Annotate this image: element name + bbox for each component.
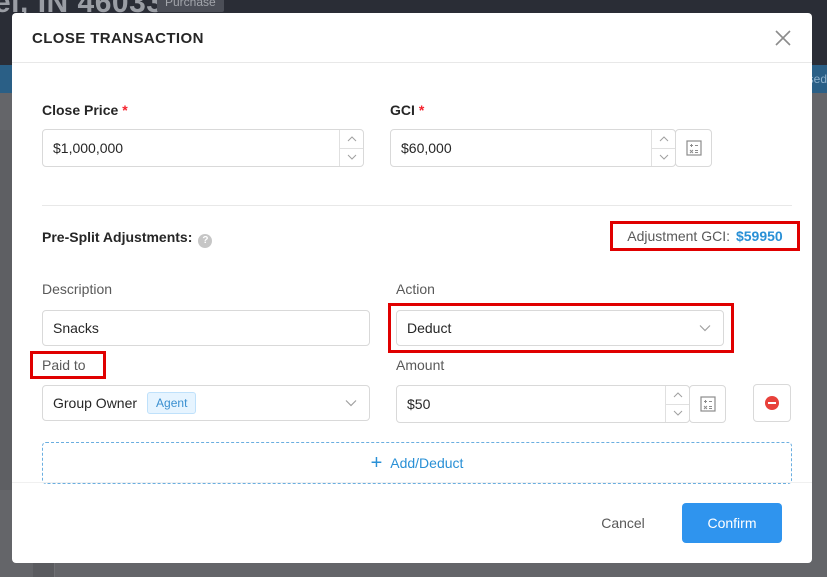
- close-transaction-modal: CLOSE TRANSACTION Close Price * $1,000,00…: [12, 13, 812, 563]
- gci-stepper[interactable]: [651, 130, 675, 166]
- calculator-icon: [685, 140, 702, 156]
- amount-calculator-button[interactable]: [689, 385, 726, 423]
- adjustment-gci-label: Adjustment GCI:: [627, 228, 730, 244]
- adjustment-gci: Adjustment GCI: $59950: [610, 221, 800, 251]
- description-label: Description: [42, 281, 113, 297]
- stepper-up-icon[interactable]: [340, 130, 363, 149]
- required-marker: *: [122, 102, 128, 118]
- amount-value: $50: [407, 396, 431, 412]
- chevron-down-icon: [699, 325, 711, 332]
- remove-adjustment-button[interactable]: [753, 384, 791, 422]
- paid-to-value: Group Owner: [53, 395, 138, 411]
- action-value: Deduct: [407, 320, 452, 336]
- close-price-stepper[interactable]: [339, 130, 363, 166]
- paid-to-select[interactable]: Group Owner Agent: [42, 385, 370, 421]
- modal-title: CLOSE TRANSACTION: [32, 30, 204, 47]
- adjustment-gci-value: $59950: [735, 228, 783, 244]
- stepper-down-icon[interactable]: [340, 149, 363, 167]
- confirm-button[interactable]: Confirm: [682, 503, 782, 543]
- pre-split-label-text: Pre-Split Adjustments:: [42, 229, 193, 245]
- add-deduct-label: Add/Deduct: [390, 455, 464, 471]
- gci-label: GCI *: [390, 102, 424, 118]
- paid-to-label: Paid to: [42, 357, 86, 373]
- stepper-down-icon[interactable]: [652, 149, 675, 167]
- gci-label-text: GCI: [390, 102, 415, 118]
- add-deduct-button[interactable]: + Add/Deduct: [42, 442, 792, 484]
- close-price-input[interactable]: $1,000,000: [42, 129, 364, 167]
- background-badge: Purchase: [157, 0, 224, 12]
- chevron-down-icon: [345, 400, 357, 407]
- section-divider: [42, 205, 792, 206]
- stepper-down-icon[interactable]: [666, 405, 689, 423]
- footer-divider: [12, 482, 812, 483]
- stepper-up-icon[interactable]: [652, 130, 675, 149]
- description-value: Snacks: [53, 320, 99, 336]
- description-input[interactable]: Snacks: [42, 310, 370, 346]
- modal-header: CLOSE TRANSACTION: [12, 13, 812, 63]
- help-icon[interactable]: ?: [198, 233, 213, 248]
- calculator-icon: [699, 396, 716, 412]
- minus-circle-icon: [765, 396, 779, 410]
- pre-split-label: Pre-Split Adjustments:?: [42, 229, 213, 248]
- close-price-value: $1,000,000: [53, 140, 124, 156]
- amount-input[interactable]: $50: [396, 385, 690, 423]
- close-price-label: Close Price *: [42, 102, 128, 118]
- required-marker: *: [418, 102, 425, 118]
- gci-input[interactable]: $60,000: [390, 129, 676, 167]
- amount-label: Amount: [396, 357, 445, 373]
- gci-value: $60,000: [401, 140, 452, 156]
- stepper-up-icon[interactable]: [666, 386, 689, 405]
- amount-stepper[interactable]: [665, 386, 689, 422]
- close-price-label-text: Close Price: [42, 102, 119, 118]
- cancel-button[interactable]: Cancel: [590, 512, 656, 534]
- action-label: Action: [396, 281, 435, 297]
- plus-icon: +: [370, 452, 383, 474]
- agent-tag: Agent: [147, 392, 197, 414]
- gci-calculator-button[interactable]: [675, 129, 712, 167]
- action-select[interactable]: Deduct: [396, 310, 724, 346]
- background-column: [0, 130, 12, 490]
- close-icon[interactable]: [772, 27, 794, 49]
